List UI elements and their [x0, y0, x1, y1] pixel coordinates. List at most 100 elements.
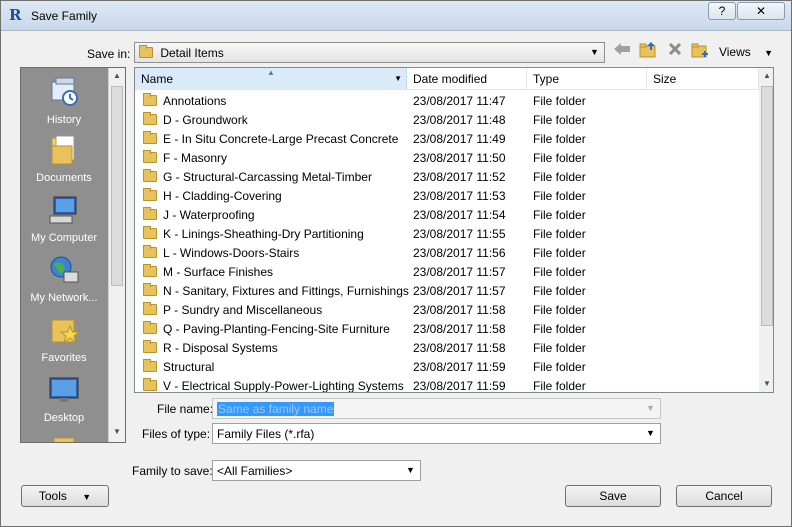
list-item[interactable]: G - Structural-Carcassing Metal-Timber 23… [135, 168, 757, 187]
chevron-down-icon: ▼ [646, 428, 655, 438]
revit-app-icon: R [9, 6, 22, 24]
cancel-button[interactable]: Cancel [676, 485, 772, 507]
file-type: File folder [533, 208, 586, 222]
place-my-computer[interactable]: My Computer [21, 194, 107, 244]
column-header-type[interactable]: Type [527, 68, 647, 90]
list-item[interactable]: R - Disposal Systems 23/08/2017 11:58 File… [135, 339, 757, 358]
files-of-type-dropdown[interactable]: Family Files (*.rfa) ▼ [212, 423, 661, 444]
file-name: P - Sundry and Miscellaneous [163, 303, 323, 317]
folder-icon [143, 207, 157, 220]
column-header-name[interactable]: ▲ Name ▼ [135, 68, 407, 90]
file-date: 23/08/2017 11:53 [413, 189, 506, 203]
scrollbar-thumb[interactable] [761, 86, 773, 326]
file-name: F - Masonry [163, 151, 228, 165]
place-label: History [46, 114, 82, 126]
list-item[interactable]: J - Waterproofing 23/08/2017 11:54 File fo… [135, 206, 757, 225]
folder-icon [139, 45, 153, 58]
folder-icon [143, 321, 157, 334]
file-name: R - Disposal Systems [163, 341, 278, 355]
folder-icon [143, 131, 157, 144]
up-folder-icon[interactable] [637, 41, 659, 63]
chevron-down-icon[interactable]: ▼ [394, 68, 402, 90]
place-desktop[interactable]: Desktop [21, 374, 107, 424]
file-name: J - Waterproofing [163, 208, 255, 222]
folder-icon [143, 169, 157, 182]
file-name: L - Windows-Doors-Stairs [163, 246, 300, 260]
views-button[interactable]: Views ▼ [716, 41, 776, 63]
network-icon [48, 254, 80, 286]
files-of-type-label: Files of type: [142, 427, 211, 441]
list-item[interactable]: Q - Paving-Planting-Fencing-Site Furnitu… [135, 320, 757, 339]
file-date: 23/08/2017 11:55 [413, 227, 506, 241]
family-to-save-value: <All Families> [217, 464, 293, 478]
file-name: E - In Situ Concrete-Large Precast Concr… [163, 132, 399, 146]
list-item[interactable]: N - Sanitary, Fixtures and Fittings, Fur… [135, 282, 757, 301]
list-item[interactable]: D - Groundwork 23/08/2017 11:48 File folde… [135, 111, 757, 130]
views-label: Views [718, 45, 751, 59]
file-date: 23/08/2017 11:59 [413, 379, 506, 393]
new-folder-icon[interactable] [689, 41, 711, 63]
place-extra[interactable] [21, 432, 107, 442]
file-type: File folder [533, 227, 586, 241]
delete-icon[interactable] [664, 41, 686, 63]
list-item[interactable]: V - Electrical Supply-Power-Lighting Sys… [135, 377, 757, 393]
folder-icon [143, 188, 157, 201]
family-to-save-dropdown[interactable]: <All Families> ▼ [212, 460, 421, 481]
places-scrollbar[interactable]: ▲ ▼ [108, 68, 125, 442]
place-label: Favorites [41, 352, 87, 364]
back-arrow-icon[interactable] [611, 41, 633, 63]
chevron-down-icon: ▼ [590, 47, 599, 57]
folder-icon [143, 302, 157, 315]
list-item[interactable]: P - Sundry and Miscellaneous 23/08/2017 1… [135, 301, 757, 320]
file-list-scrollbar[interactable]: ▲ ▼ [759, 68, 773, 392]
place-documents[interactable]: Documents [21, 134, 107, 184]
file-type: File folder [533, 322, 586, 336]
favorites-icon [48, 314, 81, 346]
file-type: File folder [533, 379, 586, 393]
file-name: M - Surface Finishes [163, 265, 274, 279]
save-in-label: Save in: [87, 47, 131, 61]
list-item[interactable]: Annotations 23/08/2017 11:47 File folder [135, 92, 757, 111]
title-bar: R Save Family ? ✕ [1, 1, 791, 31]
desktop-icon [48, 374, 80, 406]
place-history[interactable]: History [21, 76, 107, 126]
close-button[interactable]: ✕ [737, 2, 785, 20]
file-date: 23/08/2017 11:54 [413, 208, 506, 222]
scroll-up-icon[interactable]: ▲ [109, 68, 125, 84]
scroll-down-icon[interactable]: ▼ [759, 376, 773, 392]
list-item[interactable]: H - Cladding-Covering 23/08/2017 11:53 Fil… [135, 187, 757, 206]
files-of-type-value: Family Files (*.rfa) [217, 427, 315, 441]
file-name: Annotations [163, 94, 227, 108]
list-item[interactable]: K - Linings-Sheathing-Dry Partitioning 23… [135, 225, 757, 244]
file-type: File folder [533, 151, 586, 165]
scrollbar-thumb[interactable] [111, 86, 123, 286]
history-icon [48, 76, 80, 108]
list-item[interactable]: E - In Situ Concrete-Large Precast Concr… [135, 130, 757, 149]
file-type: File folder [533, 113, 586, 127]
file-date: 23/08/2017 11:49 [413, 132, 506, 146]
list-item[interactable]: Structural 23/08/2017 11:59 File folder [135, 358, 757, 377]
save-in-dropdown[interactable]: Detail Items ▼ [134, 42, 605, 63]
save-button[interactable]: Save [565, 485, 661, 507]
list-item[interactable]: L - Windows-Doors-Stairs 23/08/2017 11:56… [135, 244, 757, 263]
file-date: 23/08/2017 11:59 [413, 360, 506, 374]
file-date: 23/08/2017 11:48 [413, 113, 506, 127]
list-item[interactable]: M - Surface Finishes 23/08/2017 11:57 File… [135, 263, 757, 282]
scroll-up-icon[interactable]: ▲ [759, 68, 773, 84]
computer-icon [48, 194, 80, 226]
column-header-date[interactable]: Date modified [407, 68, 527, 90]
scroll-down-icon[interactable]: ▼ [109, 424, 125, 440]
place-favorites[interactable]: Favorites [21, 314, 107, 364]
tools-button[interactable]: Tools ▼ [21, 485, 109, 507]
folder-icon [143, 378, 157, 391]
file-date: 23/08/2017 11:58 [413, 303, 506, 317]
place-my-network[interactable]: My Network... [21, 254, 107, 304]
chevron-down-icon: ▼ [646, 403, 655, 413]
file-name-placeholder: Same as family name [217, 402, 335, 416]
file-name-input[interactable]: Same as family name ▼ [212, 398, 661, 419]
sort-ascending-icon: ▲ [267, 68, 275, 77]
column-header-size[interactable]: Size [647, 68, 759, 90]
file-date: 23/08/2017 11:47 [413, 94, 506, 108]
list-item[interactable]: F - Masonry 23/08/2017 11:50 File folder [135, 149, 757, 168]
help-button[interactable]: ? [708, 2, 736, 20]
